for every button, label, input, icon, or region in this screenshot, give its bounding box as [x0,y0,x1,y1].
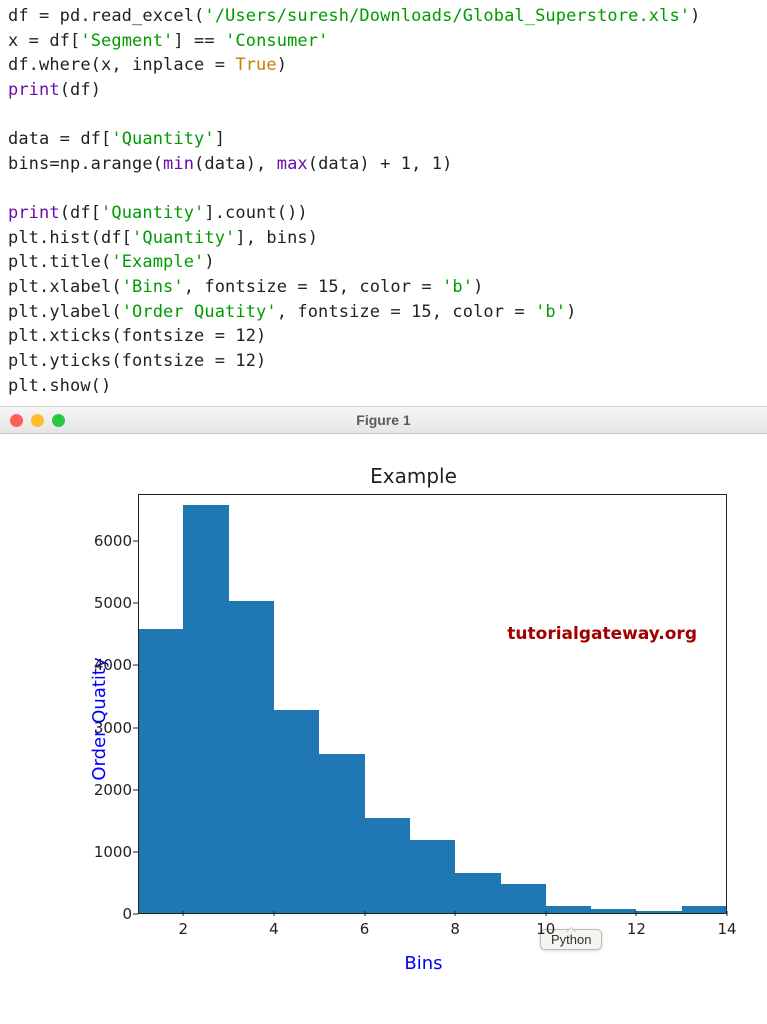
y-tick-label: 3000 [94,719,132,737]
y-tick-label: 0 [122,905,132,923]
code-builtin: min [163,154,194,174]
code-string: 'b' [535,302,566,322]
window-title-bar: Figure 1 [0,406,767,434]
chart-title: Example [10,464,757,488]
y-tick-label: 2000 [94,781,132,799]
code-builtin: print [8,80,60,100]
x-tick-label: 10 [536,920,555,938]
y-tick-label: 5000 [94,594,132,612]
code-block: df = pd.read_excel('/Users/suresh/Downlo… [0,0,767,406]
code-string: 'Quantity' [101,203,204,223]
y-tick-label: 6000 [94,532,132,550]
window-title: Figure 1 [0,412,767,428]
code-string: 'b' [442,277,473,297]
tooltip-text: Python [551,932,591,947]
code-string: 'Quantity' [132,228,235,248]
figure-canvas: Example Order Quatity tutorialgateway.or… [0,434,767,954]
x-tick-label: 8 [450,920,460,938]
code-builtin: print [8,203,60,223]
x-tick-label: 4 [269,920,279,938]
code-string: 'Example' [111,252,204,272]
x-tick-label: 6 [360,920,370,938]
code-string: 'Segment' [80,31,173,51]
y-tick-label: 4000 [94,656,132,674]
x-tick-label: 14 [717,920,736,938]
x-tick-label: 12 [627,920,646,938]
code-string: 'Order Quatity' [122,302,277,322]
code-string: 'Consumer' [225,31,328,51]
code-builtin: max [277,154,308,174]
x-axis-label: Bins [110,953,737,974]
code-string: 'Quantity' [111,129,214,149]
axes: Order Quatity tutorialgateway.org Bins P… [110,494,737,944]
watermark-text: tutorialgateway.org [507,624,697,644]
y-tick-label: 1000 [94,843,132,861]
code-string: '/Users/suresh/Downloads/Global_Supersto… [204,6,690,26]
x-tick-label: 2 [179,920,189,938]
code-keyword: True [235,55,276,75]
code-string: 'Bins' [122,277,184,297]
